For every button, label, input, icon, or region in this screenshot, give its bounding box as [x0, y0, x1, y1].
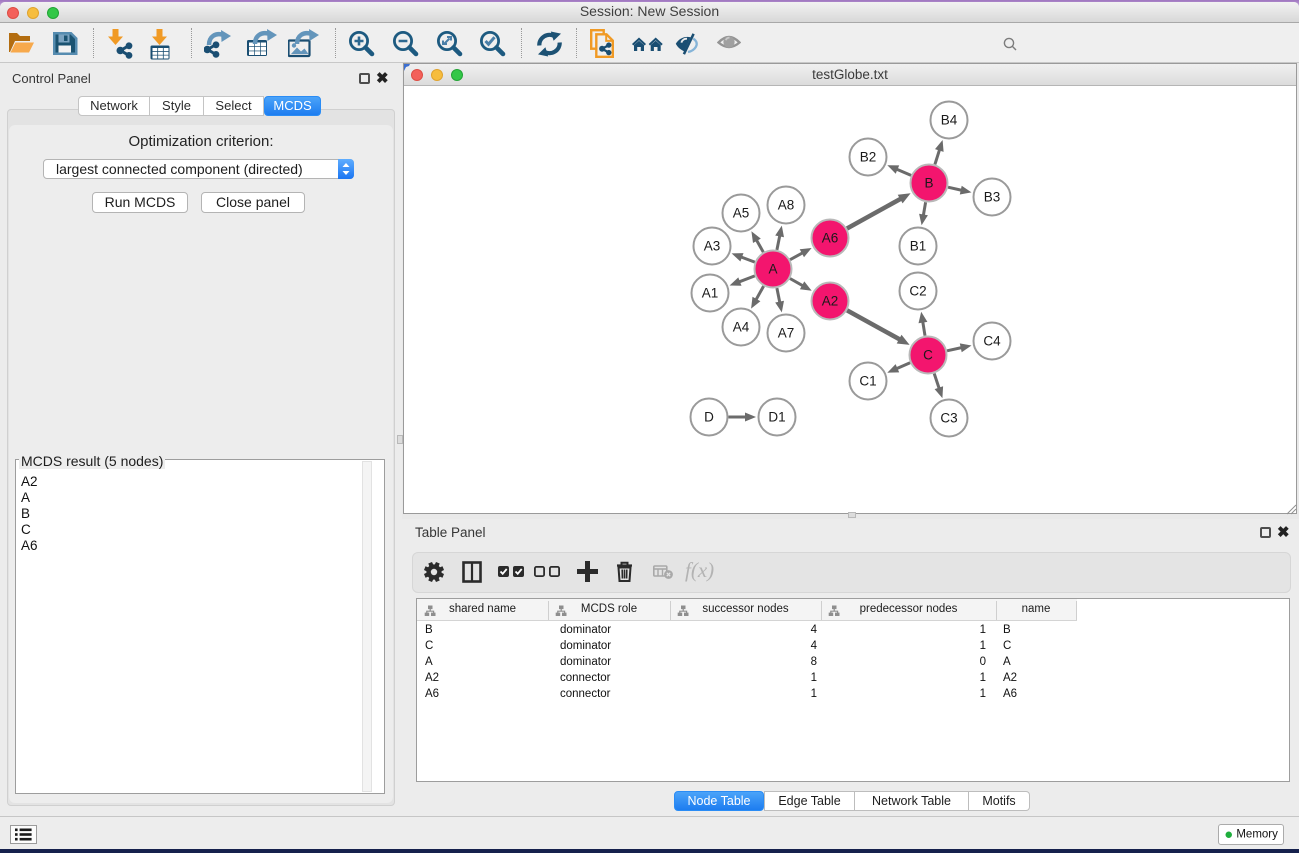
svg-text:A7: A7	[778, 326, 795, 341]
svg-text:B: B	[924, 176, 933, 191]
svg-text:C4: C4	[983, 334, 1001, 349]
svg-text:C1: C1	[859, 374, 876, 389]
svg-text:A: A	[768, 262, 777, 277]
svg-text:A2: A2	[822, 294, 839, 309]
svg-text:C2: C2	[909, 284, 926, 299]
svg-text:B3: B3	[984, 190, 1001, 205]
svg-text:A6: A6	[822, 231, 839, 246]
svg-text:A8: A8	[778, 198, 795, 213]
svg-text:A1: A1	[702, 286, 719, 301]
svg-text:A5: A5	[733, 206, 750, 221]
svg-text:B4: B4	[941, 113, 958, 128]
svg-text:A3: A3	[704, 239, 721, 254]
svg-text:D1: D1	[768, 410, 785, 425]
svg-text:C: C	[923, 348, 933, 363]
svg-text:D: D	[704, 410, 714, 425]
svg-text:C3: C3	[940, 411, 957, 426]
svg-text:B1: B1	[910, 239, 927, 254]
svg-text:B2: B2	[860, 150, 877, 165]
svg-text:A4: A4	[733, 320, 750, 335]
